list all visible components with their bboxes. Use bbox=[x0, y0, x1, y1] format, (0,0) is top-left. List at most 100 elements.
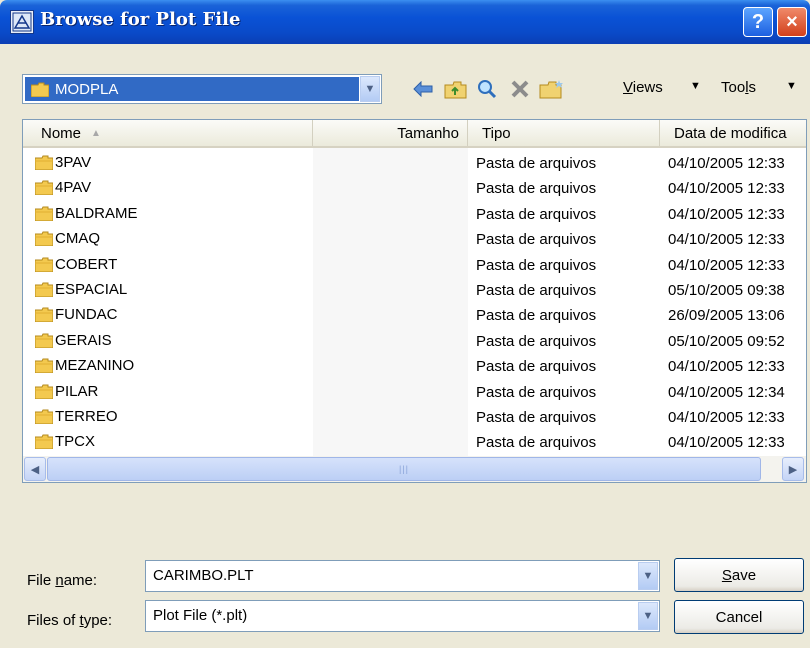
list-item-name-text: CMAQ bbox=[55, 230, 100, 248]
views-label-accel: V bbox=[623, 79, 633, 96]
list-item-date: 04/10/2005 12:34 bbox=[668, 383, 785, 401]
scroll-right-icon[interactable]: ▶ bbox=[782, 457, 804, 481]
folder-icon bbox=[34, 307, 54, 323]
column-name-label: Nome bbox=[41, 124, 82, 142]
chevron-down-icon[interactable]: ▼ bbox=[360, 76, 380, 102]
list-item-type: Pasta de arquivos bbox=[476, 383, 597, 401]
tools-menu[interactable]: Tools bbox=[721, 79, 756, 96]
file-list[interactable]: Nome ▲ Tamanho Tipo Data de modifica 3PA… bbox=[22, 119, 807, 483]
folder-icon bbox=[34, 358, 54, 374]
scroll-left-icon[interactable]: ◀ bbox=[24, 457, 46, 481]
column-header-size[interactable]: Tamanho bbox=[313, 120, 468, 146]
list-item-name-text: MEZANINO bbox=[55, 357, 135, 375]
list-item-name: FUNDAC bbox=[34, 306, 118, 324]
file-type-value: Plot File (*.plt) bbox=[153, 607, 248, 624]
file-name-label: File name: bbox=[27, 572, 97, 589]
list-item-name: 3PAV bbox=[34, 154, 91, 171]
list-item[interactable]: TPCX Pasta de arquivos 04/10/2005 12:33 bbox=[23, 431, 806, 455]
list-item-type: Pasta de arquivos bbox=[476, 282, 597, 299]
list-item[interactable]: GERAIS Pasta de arquivos 05/10/2005 09:52 bbox=[23, 330, 806, 354]
list-item[interactable]: FUNDAC Pasta de arquivos 26/09/2005 13:06 bbox=[23, 304, 806, 328]
save-button[interactable]: Save bbox=[674, 558, 804, 592]
cancel-button[interactable]: Cancel bbox=[674, 600, 804, 634]
title-bar[interactable]: Browse for Plot File ? × bbox=[0, 0, 810, 44]
list-item-name: BALDRAME bbox=[34, 205, 138, 222]
chevron-down-icon[interactable]: ▼ bbox=[638, 562, 658, 590]
tools-label-pre: Too bbox=[721, 79, 746, 96]
column-header: Nome ▲ Tamanho Tipo Data de modifica bbox=[23, 120, 806, 148]
file-type-label-pre: Files of bbox=[27, 612, 80, 629]
column-header-date[interactable]: Data de modifica bbox=[660, 120, 806, 146]
list-item[interactable]: 3PAV Pasta de arquivos 04/10/2005 12:33 bbox=[23, 152, 806, 176]
list-item-date: 04/10/2005 12:33 bbox=[668, 180, 785, 198]
file-type-label-post: ype: bbox=[83, 612, 113, 629]
file-name-label-accel: n bbox=[55, 572, 64, 589]
list-item-name-text: COBERT bbox=[55, 255, 118, 273]
list-item[interactable]: TERREO Pasta de arquivos 04/10/2005 12:33 bbox=[23, 406, 806, 430]
list-item-date: 05/10/2005 09:52 bbox=[668, 332, 785, 350]
help-button[interactable]: ? bbox=[743, 7, 773, 37]
new-folder-icon[interactable] bbox=[539, 76, 565, 102]
file-name-label-post: ame: bbox=[63, 572, 98, 589]
folder-icon bbox=[34, 155, 54, 171]
list-item-type: Pasta de arquivos bbox=[476, 358, 597, 376]
list-item-date: 04/10/2005 12:33 bbox=[668, 231, 785, 249]
sort-ascending-icon: ▲ bbox=[91, 127, 101, 139]
list-item[interactable]: PILAR Pasta de arquivos 04/10/2005 12:34 bbox=[23, 381, 806, 405]
list-item-name: COBERT bbox=[34, 255, 118, 273]
list-item[interactable]: CMAQ Pasta de arquivos 04/10/2005 12:33 bbox=[23, 228, 806, 252]
file-type-dropdown[interactable]: Plot File (*.plt) ▼ bbox=[145, 600, 660, 632]
scrollbar-thumb[interactable]: ||| bbox=[47, 457, 761, 481]
column-header-name[interactable]: Nome ▲ bbox=[23, 120, 313, 146]
views-menu[interactable]: Views bbox=[623, 79, 663, 96]
list-item-name-text: TERREO bbox=[55, 408, 118, 425]
list-item[interactable]: ESPACIAL Pasta de arquivos 05/10/2005 09:3… bbox=[23, 279, 806, 303]
tools-dropdown-icon[interactable]: ▼ bbox=[786, 80, 797, 92]
back-arrow-icon[interactable] bbox=[410, 76, 436, 102]
window-title: Browse for Plot File bbox=[40, 9, 241, 30]
list-item-name-text: TPCX bbox=[55, 433, 96, 451]
save-label-accel: S bbox=[721, 566, 732, 584]
views-dropdown-icon[interactable]: ▼ bbox=[690, 80, 701, 92]
list-item-name-text: PILAR bbox=[55, 382, 99, 400]
chevron-down-icon[interactable]: ▼ bbox=[638, 602, 658, 630]
list-item-name: GERAIS bbox=[34, 332, 112, 349]
list-item-name: TPCX bbox=[34, 433, 96, 451]
up-folder-icon[interactable] bbox=[443, 76, 469, 102]
list-item-type: Pasta de arquivos bbox=[476, 231, 597, 249]
list-item-name: 4PAV bbox=[34, 179, 92, 197]
list-item-name: TERREO bbox=[34, 408, 118, 425]
list-item-date: 26/09/2005 13:06 bbox=[668, 307, 785, 325]
column-size-label: Tamanho bbox=[397, 124, 459, 142]
file-name-field[interactable]: CARIMBO.PLT ▼ bbox=[145, 560, 660, 592]
search-web-icon[interactable] bbox=[474, 76, 500, 102]
close-button[interactable]: × bbox=[777, 7, 807, 37]
folder-icon bbox=[34, 434, 54, 450]
list-item[interactable]: COBERT Pasta de arquivos 04/10/2005 12:33 bbox=[23, 254, 806, 278]
list-item[interactable]: MEZANINO Pasta de arquivos 04/10/2005 12:3… bbox=[23, 355, 806, 379]
app-icon bbox=[10, 10, 34, 34]
list-item[interactable]: BALDRAME Pasta de arquivos 04/10/2005 12:3… bbox=[23, 203, 806, 227]
folder-icon bbox=[34, 384, 54, 400]
save-label-post: ave bbox=[731, 566, 757, 584]
delete-icon[interactable] bbox=[507, 76, 533, 102]
list-item-name-text: 4PAV bbox=[55, 179, 92, 197]
views-label-post: iews bbox=[632, 79, 663, 96]
list-item-name: PILAR bbox=[34, 382, 99, 400]
list-item-name-text: ESPACIAL bbox=[55, 281, 128, 298]
file-type-label: Files of type: bbox=[27, 612, 112, 629]
column-type-label: Tipo bbox=[482, 124, 511, 142]
look-in-dropdown[interactable]: MODPLA ▼ bbox=[22, 74, 382, 104]
list-item-date: 04/10/2005 12:33 bbox=[668, 155, 785, 172]
list-item-name-text: FUNDAC bbox=[55, 306, 118, 324]
list-item-type: Pasta de arquivos bbox=[476, 205, 597, 223]
file-name-value: CARIMBO.PLT bbox=[153, 567, 254, 584]
list-item[interactable]: 4PAV Pasta de arquivos 04/10/2005 12:33 bbox=[23, 177, 806, 201]
folder-icon bbox=[34, 257, 54, 273]
list-item-type: Pasta de arquivos bbox=[476, 155, 597, 172]
column-header-type[interactable]: Tipo bbox=[468, 120, 660, 146]
file-name-label-pre: File bbox=[27, 572, 56, 589]
list-item-name: CMAQ bbox=[34, 230, 100, 248]
horizontal-scrollbar[interactable]: ◀ ||| ▶ bbox=[23, 456, 806, 482]
look-in-value: MODPLA bbox=[55, 80, 119, 98]
